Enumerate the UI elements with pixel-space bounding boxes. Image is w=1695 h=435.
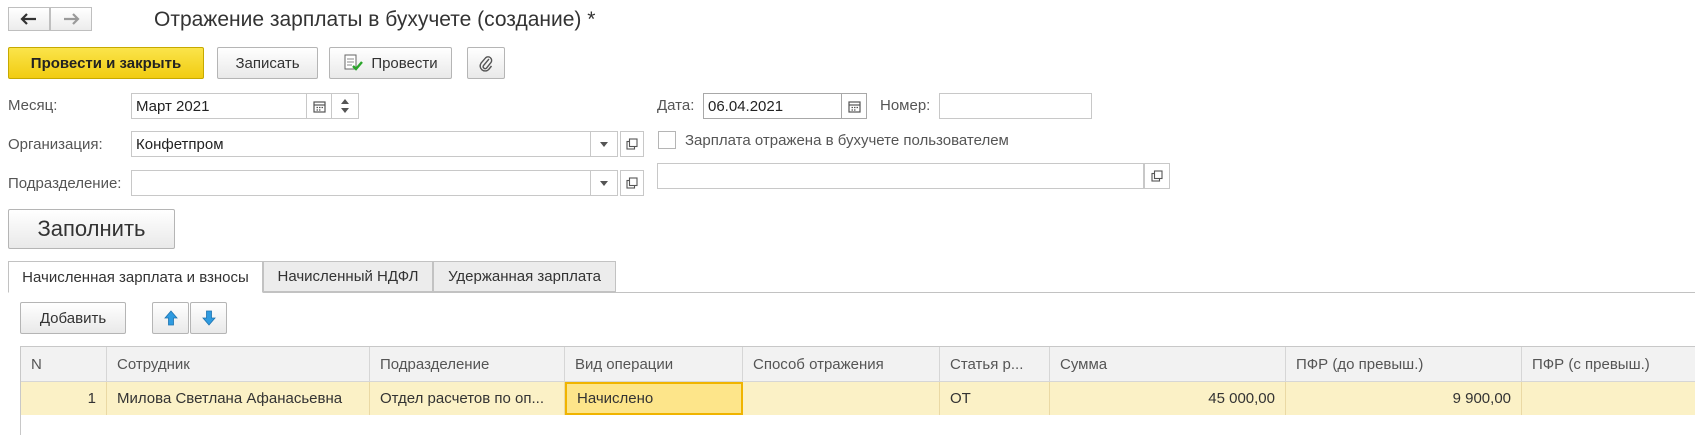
tab-accrued-ndfl[interactable]: Начисленный НДФЛ xyxy=(263,261,433,292)
department-dropdown-button[interactable] xyxy=(590,170,618,196)
page-title: Отражение зарплаты в бухучете (создание)… xyxy=(154,8,596,31)
column-header-pfr-before[interactable]: ПФР (до превыш.) xyxy=(1286,347,1522,382)
number-field[interactable] xyxy=(939,93,1092,119)
arrow-right-icon xyxy=(64,13,80,25)
cell-pfr-after[interactable] xyxy=(1522,382,1695,415)
tab-label: Удержанная зарплата xyxy=(448,268,601,285)
month-field[interactable]: Март 2021 xyxy=(131,93,307,119)
forward-button[interactable] xyxy=(50,7,92,31)
open-form-icon xyxy=(626,138,638,150)
tab-label: Начисленный НДФЛ xyxy=(277,268,419,285)
tab-label: Начисленная зарплата и взносы xyxy=(22,268,249,286)
column-header-reflection-method[interactable]: Способ отражения xyxy=(743,347,940,382)
column-header-cost-item[interactable]: Статья р... xyxy=(940,347,1050,382)
column-header-n[interactable]: N xyxy=(21,347,107,382)
post-label: Провести xyxy=(371,54,438,72)
calendar-icon xyxy=(847,100,861,113)
move-down-button[interactable] xyxy=(190,302,227,334)
number-label: Номер: xyxy=(880,97,931,114)
back-button[interactable] xyxy=(8,7,50,31)
column-header-employee[interactable]: Сотрудник xyxy=(107,347,370,382)
column-header-pfr-after[interactable]: ПФР (с превыш.) xyxy=(1522,347,1695,382)
paperclip-icon xyxy=(479,56,493,72)
organization-field[interactable]: Конфетпром xyxy=(131,131,591,157)
fill-button[interactable]: Заполнить xyxy=(8,209,175,249)
organization-dropdown-button[interactable] xyxy=(590,131,618,157)
dropdown-arrow-icon xyxy=(600,180,608,186)
save-button[interactable]: Записать xyxy=(217,47,318,79)
attach-button[interactable] xyxy=(467,47,505,79)
column-header-department[interactable]: Подразделение xyxy=(370,347,565,382)
date-calendar-button[interactable] xyxy=(841,93,867,119)
calendar-icon xyxy=(312,100,326,113)
reflected-by-user-label: Зарплата отражена в бухучете пользовател… xyxy=(685,132,1009,149)
column-header-amount[interactable]: Сумма xyxy=(1050,347,1286,382)
accruals-table: N Сотрудник Подразделение Вид операции С… xyxy=(20,346,1695,435)
comment-open-button[interactable] xyxy=(1144,163,1170,189)
cell-department[interactable]: Отдел расчетов по оп... xyxy=(370,382,565,415)
date-label: Дата: xyxy=(657,97,695,114)
date-field[interactable]: 06.04.2021 xyxy=(703,93,842,119)
arrow-up-icon xyxy=(163,310,178,326)
cell-amount[interactable]: 45 000,00 xyxy=(1050,382,1286,415)
chevron-up-icon xyxy=(341,99,349,104)
month-label: Месяц: xyxy=(8,97,58,114)
post-button[interactable]: Провести xyxy=(329,47,452,79)
cell-cost-item[interactable]: ОТ xyxy=(940,382,1050,415)
column-header-operation-type[interactable]: Вид операции xyxy=(565,347,743,382)
post-and-close-label: Провести и закрыть xyxy=(30,54,182,72)
tab-accrued-salary[interactable]: Начисленная зарплата и взносы xyxy=(8,261,263,293)
add-row-button[interactable]: Добавить xyxy=(20,302,126,334)
add-row-label: Добавить xyxy=(39,309,107,327)
move-up-button[interactable] xyxy=(152,302,189,334)
fill-label: Заполнить xyxy=(37,216,146,241)
month-calendar-button[interactable] xyxy=(306,93,332,119)
cell-pfr-before[interactable]: 9 900,00 xyxy=(1286,382,1522,415)
comment-field[interactable] xyxy=(657,163,1144,189)
department-field[interactable] xyxy=(131,170,591,196)
open-form-icon xyxy=(626,177,638,189)
dropdown-arrow-icon xyxy=(600,141,608,147)
department-open-button[interactable] xyxy=(620,170,644,196)
department-label: Подразделение: xyxy=(8,175,122,192)
reflected-by-user-checkbox[interactable] xyxy=(658,131,676,149)
save-label: Записать xyxy=(235,54,300,72)
organization-open-button[interactable] xyxy=(620,131,644,157)
cell-employee[interactable]: Милова Светлана Афанасьевна xyxy=(107,382,370,415)
arrow-left-icon xyxy=(20,13,36,25)
arrow-down-icon xyxy=(201,310,216,326)
month-stepper[interactable] xyxy=(331,93,359,119)
cell-reflection-method[interactable] xyxy=(743,382,940,415)
organization-label: Организация: xyxy=(8,136,103,153)
chevron-down-icon xyxy=(341,108,349,113)
cell-operation-type[interactable]: Начислено xyxy=(565,382,743,415)
cell-n[interactable]: 1 xyxy=(21,382,107,415)
tab-withheld-salary[interactable]: Удержанная зарплата xyxy=(433,261,616,292)
post-document-icon xyxy=(344,54,364,71)
open-form-icon xyxy=(1151,170,1163,182)
post-and-close-button[interactable]: Провести и закрыть xyxy=(8,47,204,79)
